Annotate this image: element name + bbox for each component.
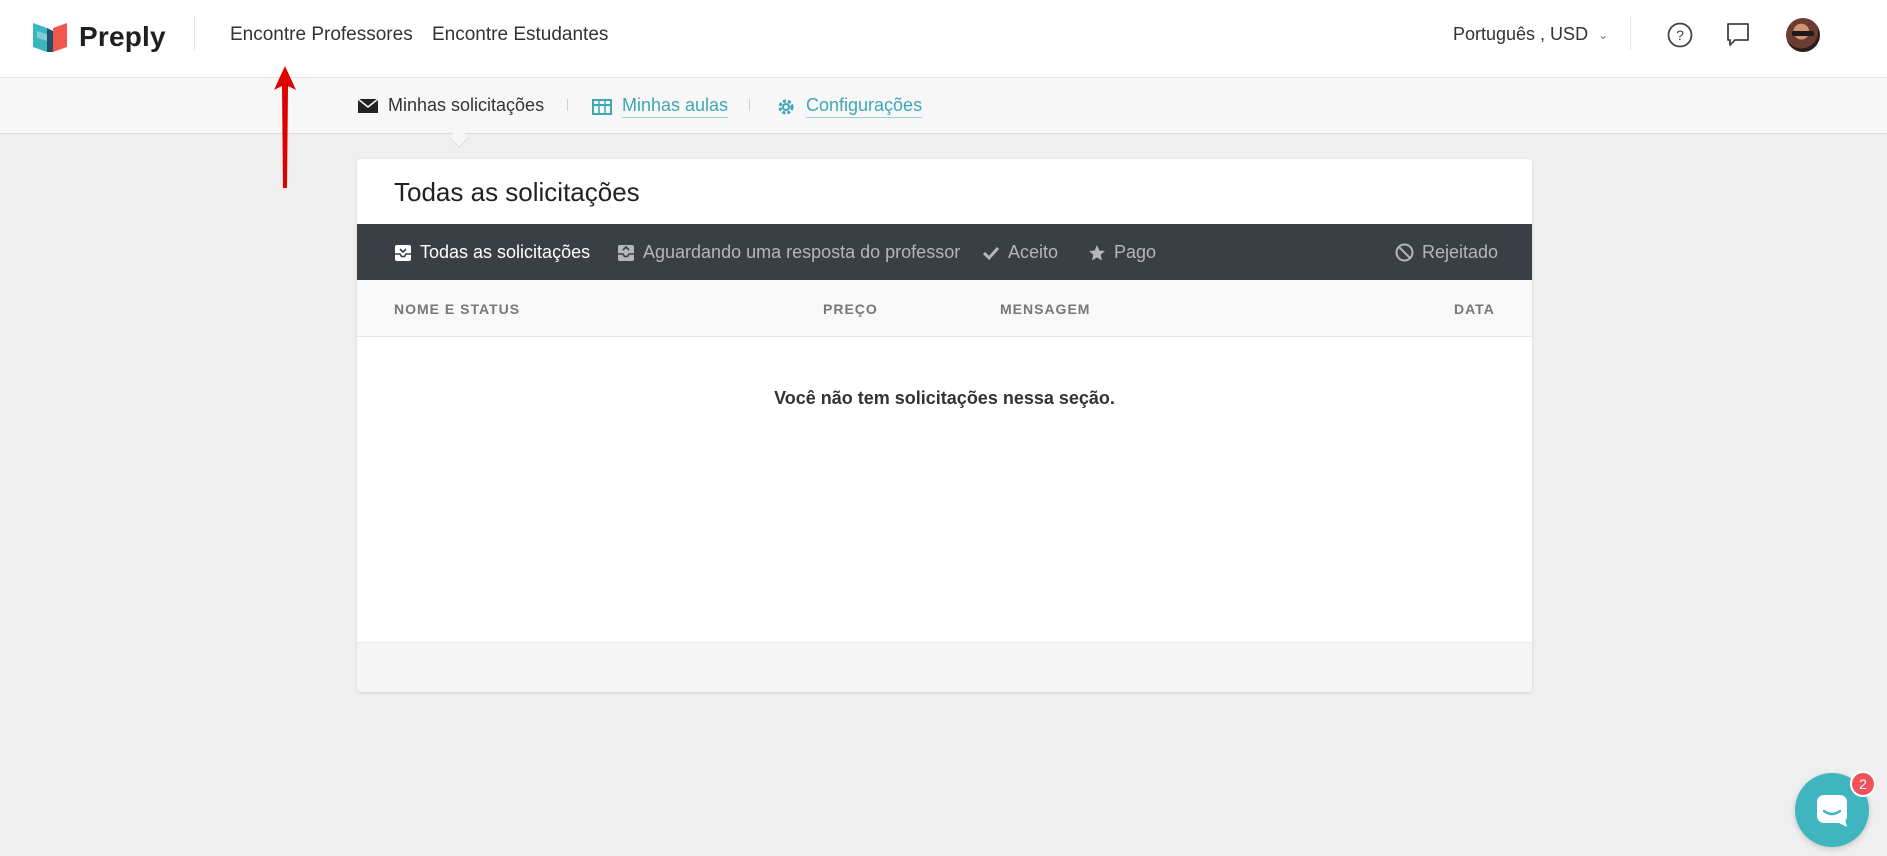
header-divider: [1630, 16, 1631, 50]
subnav-separator: [749, 99, 750, 111]
filter-label: Aguardando uma resposta do professor: [643, 242, 961, 262]
subnav-my-lessons[interactable]: Minhas aulas: [592, 95, 729, 118]
svg-text:?: ?: [1676, 27, 1684, 43]
subnav-label: Minhas aulas: [622, 95, 729, 118]
empty-state-message: Você não tem solicitações nessa seção.: [774, 388, 1115, 408]
nav-find-teachers[interactable]: Encontre Professores: [230, 24, 413, 46]
filter-label: Aceito: [1008, 242, 1059, 262]
subnav-label: Configurações: [806, 95, 923, 118]
messages-button[interactable]: [1723, 20, 1753, 50]
filter-paid[interactable]: Pago: [1088, 242, 1156, 263]
logo-text: Preply: [79, 21, 166, 52]
help-button[interactable]: ?: [1665, 20, 1695, 50]
inbox-pending-icon: [617, 244, 635, 262]
filter-awaiting-response[interactable]: Aguardando uma resposta do professor: [617, 242, 960, 263]
chevron-down-icon: ⌄: [1598, 27, 1609, 42]
filter-label: Pago: [1114, 242, 1157, 262]
requests-card: Todas as solicitações Todas as solicitaç…: [357, 159, 1532, 692]
message-icon: [1727, 23, 1749, 46]
filter-all-requests[interactable]: Todas as solicitações: [394, 242, 590, 263]
language-currency-selector[interactable]: Português , USD ⌄: [1453, 24, 1608, 45]
filter-rejected[interactable]: Rejeitado: [1395, 242, 1498, 263]
page-title: Todas as solicitações: [394, 177, 640, 207]
filter-accepted[interactable]: Aceito: [982, 242, 1058, 263]
column-header-message[interactable]: MENSAGEM: [1000, 301, 1090, 317]
language-currency-label: Português , USD: [1453, 24, 1589, 44]
red-arrow-annotation-icon: [274, 66, 296, 188]
column-header-name-status[interactable]: NOME E STATUS: [394, 301, 520, 317]
subnav-separator: [567, 99, 568, 111]
star-icon: [1088, 244, 1106, 262]
chat-icon: [1817, 795, 1847, 827]
calendar-icon: [592, 98, 612, 115]
chat-notification-badge: 2: [1850, 771, 1876, 797]
nav-find-students[interactable]: Encontre Estudantes: [432, 24, 608, 46]
subnav-settings[interactable]: Configurações: [776, 95, 923, 118]
column-header-price[interactable]: PREÇO: [823, 301, 878, 317]
avatar[interactable]: [1786, 18, 1820, 52]
filter-label: Rejeitado: [1422, 242, 1499, 262]
gear-icon: [776, 97, 796, 117]
filter-label: Todas as solicitações: [420, 242, 591, 262]
block-icon: [1395, 243, 1414, 262]
help-icon: ?: [1667, 22, 1693, 48]
logo[interactable]: Preply: [33, 17, 166, 57]
inbox-icon: [394, 244, 412, 262]
card-footer: [357, 642, 1532, 692]
check-icon: [982, 245, 1000, 261]
table-header: NOME E STATUS PREÇO MENSAGEM DATA: [357, 280, 1532, 337]
preply-logo-icon: [33, 23, 67, 52]
subnav-label: Minhas solicitações: [388, 95, 545, 115]
column-header-date[interactable]: DATA: [1454, 301, 1495, 317]
envelope-icon: [358, 98, 378, 113]
subnav-my-requests[interactable]: Minhas solicitações: [358, 95, 544, 116]
filter-bar: Todas as solicitações Aguardando uma res…: [357, 224, 1532, 280]
header-divider: [194, 16, 195, 50]
